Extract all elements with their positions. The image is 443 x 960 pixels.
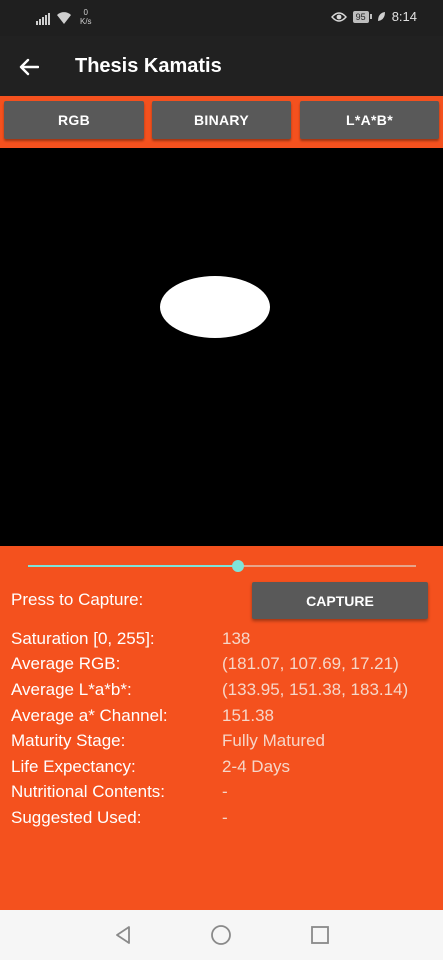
slider-thumb[interactable] — [231, 560, 244, 572]
status-bar: 0 K/s 95 8:14 — [0, 0, 443, 36]
nav-recents-button[interactable] — [307, 922, 333, 948]
app-bar: Thesis Kamatis — [0, 36, 443, 96]
back-button[interactable] — [14, 52, 44, 82]
status-right: 95 8:14 — [330, 9, 417, 24]
camera-preview — [0, 148, 443, 546]
nav-home-button[interactable] — [208, 922, 234, 948]
info-row-suggested-used: Suggested Used: - — [0, 808, 443, 832]
info-row-maturity-stage: Maturity Stage: Fully Matured — [0, 731, 443, 755]
recents-square-icon — [311, 926, 329, 944]
info-row-average-a-channel: Average a* Channel: 151.38 — [0, 706, 443, 730]
network-speed-unit: K/s — [80, 17, 92, 26]
info-row-saturation: Saturation [0, 255]: 138 — [0, 629, 443, 653]
back-triangle-icon — [116, 926, 130, 944]
app-title: Thesis Kamatis — [75, 55, 222, 77]
info-label: Average RGB: — [11, 654, 121, 673]
wifi-icon — [57, 12, 71, 24]
info-label: Nutritional Contents: — [11, 782, 166, 801]
info-row-nutritional-contents: Nutritional Contents: - — [0, 782, 443, 806]
capture-button[interactable]: CAPTURE — [252, 582, 428, 619]
network-speed-value: 0 — [83, 8, 88, 17]
info-value: - — [222, 808, 228, 827]
saturation-slider[interactable] — [28, 558, 416, 574]
lab-mode-button[interactable]: L*A*B* — [300, 101, 439, 139]
info-value: 138 — [222, 629, 251, 648]
info-label: Saturation [0, 255]: — [11, 629, 155, 648]
info-value: 2-4 Days — [222, 757, 291, 776]
status-left: 0 K/s — [36, 8, 92, 26]
arrow-back-icon — [19, 58, 39, 76]
nav-back-button[interactable] — [110, 922, 136, 948]
info-value: Fully Matured — [222, 731, 325, 750]
network-speed: 0 K/s — [80, 8, 92, 26]
info-value: - — [222, 782, 228, 801]
info-label: Suggested Used: — [11, 808, 142, 827]
leaf-icon — [377, 12, 385, 21]
binary-mask-blob — [160, 276, 270, 338]
binary-mode-button[interactable]: BINARY — [152, 101, 291, 139]
battery-indicator: 95 — [352, 10, 372, 23]
info-value: (181.07, 107.69, 17.21) — [222, 654, 399, 673]
info-row-life-expectancy: Life Expectancy: 2-4 Days — [0, 757, 443, 781]
eye-icon — [330, 11, 347, 22]
info-row-average-rgb: Average RGB: (181.07, 107.69, 17.21) — [0, 654, 443, 678]
results-panel: Press to Capture: CAPTURE Saturation [0,… — [0, 546, 443, 910]
info-label: Maturity Stage: — [11, 731, 126, 750]
info-value: 151.38 — [222, 706, 274, 725]
home-circle-icon — [211, 925, 231, 945]
info-label: Life Expectancy: — [11, 757, 136, 776]
clock: 8:14 — [391, 9, 417, 24]
capture-label: Press to Capture: — [11, 590, 144, 609]
system-nav-bar — [0, 910, 443, 960]
signal-icon — [36, 11, 50, 25]
info-value: (133.95, 151.38, 183.14) — [222, 680, 409, 699]
slider-fill — [28, 565, 238, 567]
mode-button-strip: RGB BINARY L*A*B* — [0, 96, 443, 148]
rgb-mode-button[interactable]: RGB — [4, 101, 144, 139]
info-row-average-lab: Average L*a*b*: (133.95, 151.38, 183.14) — [0, 680, 443, 704]
info-label: Average a* Channel: — [11, 706, 168, 725]
info-label: Average L*a*b*: — [11, 680, 132, 699]
